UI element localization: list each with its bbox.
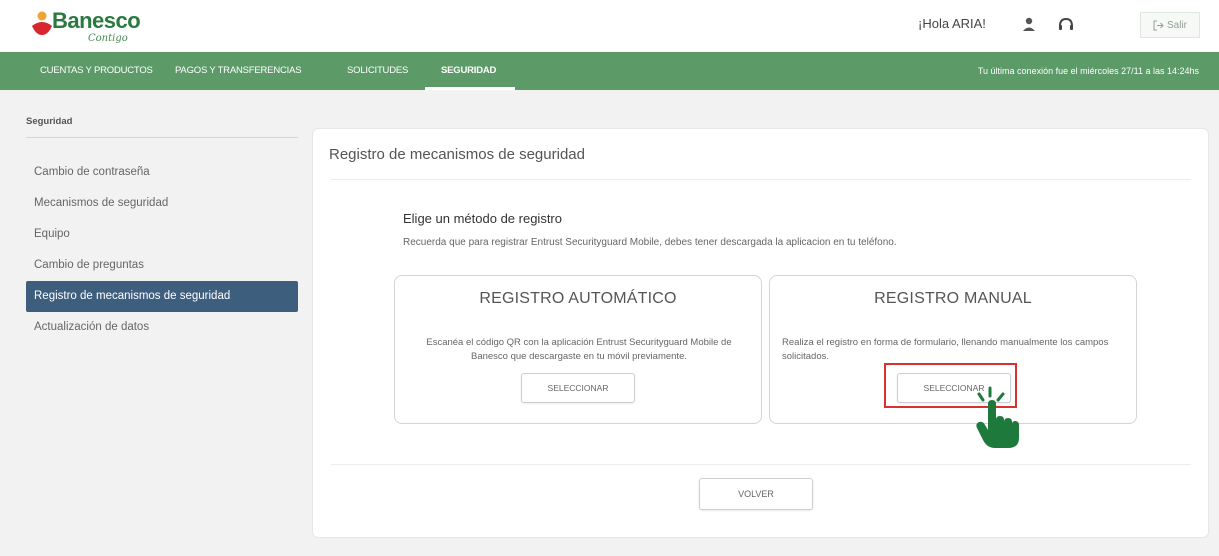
title-divider xyxy=(331,179,1191,180)
nav-solicitudes[interactable]: SOLICITUDES xyxy=(347,52,408,90)
method-heading: Elige un método de registro xyxy=(403,211,562,226)
sidebar-item-cambio-de-contrasena[interactable]: Cambio de contraseña xyxy=(26,157,298,188)
logo-text: Banesco xyxy=(52,8,141,33)
top-header: Banesco Contigo ¡Hola ARIA! Salir xyxy=(0,0,1219,52)
select-automatic-button[interactable]: SELECCIONAR xyxy=(521,373,635,403)
sidebar-item-equipo[interactable]: Equipo xyxy=(26,219,298,250)
back-button[interactable]: VOLVER xyxy=(699,478,813,510)
manual-option-title: REGISTRO MANUAL xyxy=(874,290,1032,307)
page-title: Registro de mecanismos de seguridad xyxy=(329,146,585,163)
automatic-registration-option: REGISTRO AUTOMÁTICO Escanéa el código QR… xyxy=(394,275,762,424)
logo-subtext: Contigo xyxy=(88,33,128,44)
nav-seguridad[interactable]: SEGURIDAD xyxy=(441,52,496,90)
method-note: Recuerda que para registrar Entrust Secu… xyxy=(403,237,897,248)
last-login-text: Tu última conexión fue el miércoles 27/1… xyxy=(977,66,1199,76)
sidebar-list: Cambio de contraseña Mecanismos de segur… xyxy=(26,157,298,343)
logout-button[interactable]: Salir xyxy=(1140,12,1200,38)
pointing-hand-icon xyxy=(976,386,1019,448)
logo-mark-icon xyxy=(32,11,52,35)
main-nav: CUENTAS Y PRODUCTOS PAGOS Y TRANSFERENCI… xyxy=(0,52,1219,90)
sidebar-item-mecanismos-de-seguridad[interactable]: Mecanismos de seguridad xyxy=(26,188,298,219)
sidebar-item-registro-de-mecanismos[interactable]: Registro de mecanismos de seguridad xyxy=(26,281,298,312)
bottom-divider xyxy=(331,464,1191,465)
sidebar-item-cambio-de-preguntas[interactable]: Cambio de preguntas xyxy=(26,250,298,281)
sidebar-heading: Seguridad xyxy=(26,116,298,138)
logout-icon xyxy=(1153,20,1164,30)
headset-icon[interactable] xyxy=(1055,14,1077,36)
manual-option-description: Realiza el registro en forma de formular… xyxy=(782,337,1109,362)
nav-active-indicator xyxy=(425,87,515,90)
banesco-logo[interactable]: Banesco Contigo xyxy=(30,6,160,46)
nav-pagos-y-transferencias[interactable]: PAGOS Y TRANSFERENCIAS xyxy=(175,52,302,90)
sidebar-item-actualizacion-de-datos[interactable]: Actualización de datos xyxy=(26,312,298,343)
logout-label: Salir xyxy=(1166,19,1187,31)
nav-cuentas-y-productos[interactable]: CUENTAS Y PRODUCTOS xyxy=(40,52,153,90)
registration-card: Registro de mecanismos de seguridad Elig… xyxy=(312,128,1209,538)
automatic-option-title: REGISTRO AUTOMÁTICO xyxy=(479,290,677,307)
security-sidebar: Seguridad Cambio de contraseña Mecanismo… xyxy=(26,116,298,343)
user-icon[interactable] xyxy=(1018,14,1040,36)
automatic-option-description: Escanéa el código QR con la aplicación E… xyxy=(426,337,732,362)
greeting-text: ¡Hola ARIA! xyxy=(918,16,986,31)
